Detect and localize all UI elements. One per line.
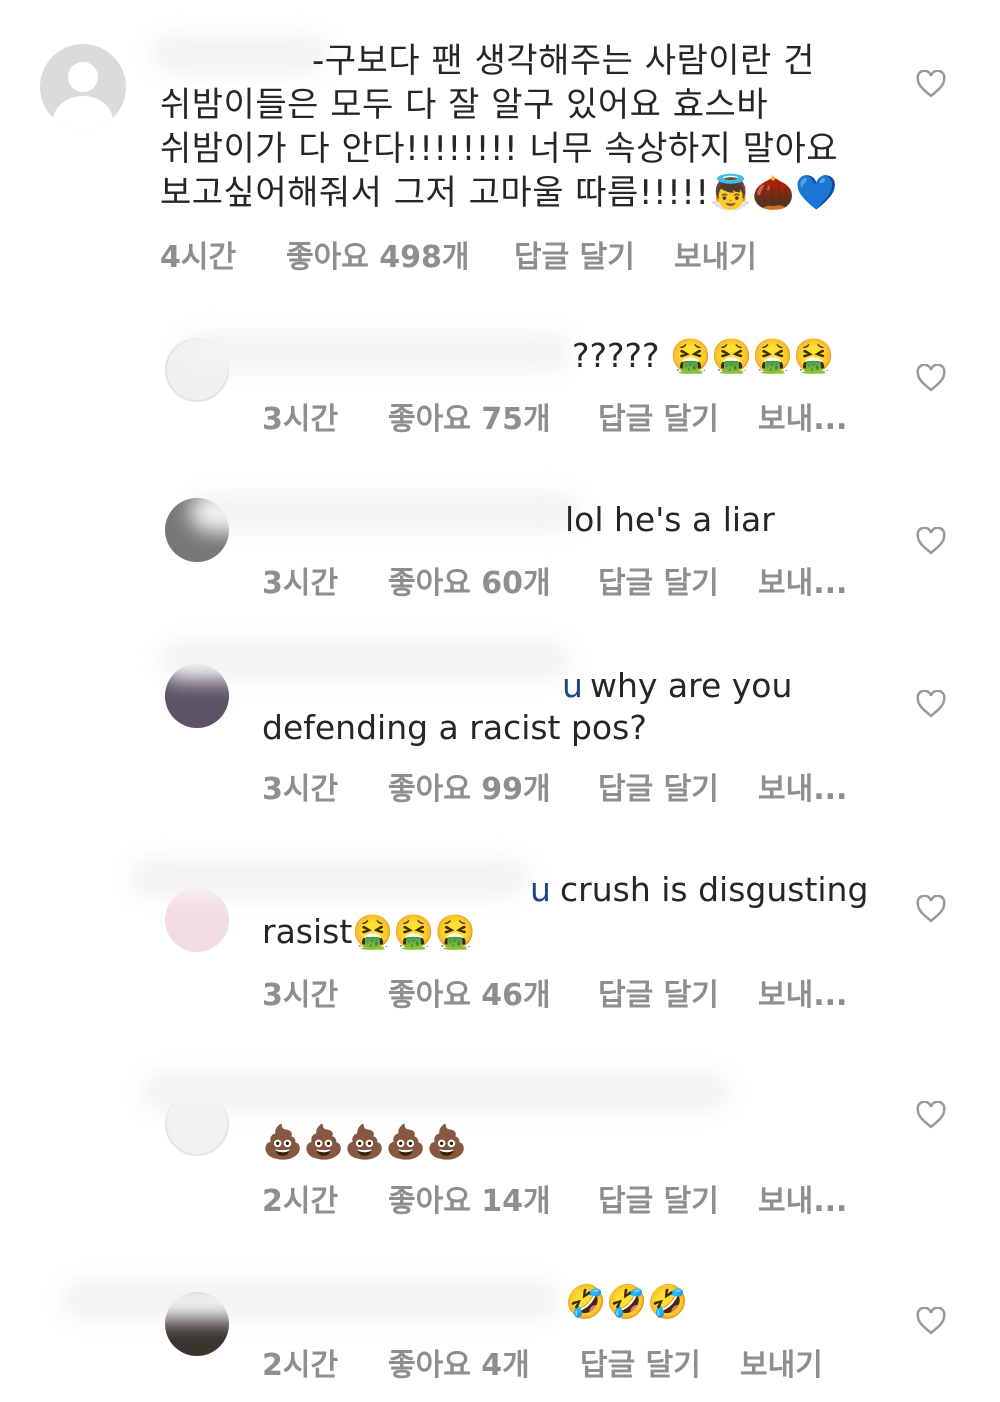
comment-meta: 3시간 좋아요 99개 답글 달기 보내...: [262, 764, 847, 808]
send-button[interactable]: 보내...: [758, 394, 847, 438]
reply-button[interactable]: 답글 달기: [598, 394, 758, 438]
comment-meta: 3시간 좋아요 75개 답글 달기 보내...: [262, 394, 847, 438]
reply-button[interactable]: 답글 달기: [514, 232, 674, 276]
comment-meta: 4시간 좋아요 498개 답글 달기 보내기: [160, 232, 757, 276]
send-button[interactable]: 보내기: [674, 232, 757, 276]
comment-text-line: why are you: [590, 666, 793, 705]
like-count[interactable]: 좋아요 75개: [388, 394, 598, 438]
heart-outline-icon[interactable]: [916, 894, 946, 923]
heart-outline-icon[interactable]: [916, 363, 946, 392]
comment-text-line: 쉬밤이들은 모두 다 잘 알구 있어요 효스바: [160, 85, 769, 125]
comment-text-line: ????? 🤮🤮🤮🤮: [572, 336, 835, 375]
send-button[interactable]: 보내...: [758, 970, 847, 1014]
heart-outline-icon[interactable]: [916, 1306, 946, 1335]
comment-text-line: 보고싶어해줘서 그저 고마울 따름!!!!!👼🌰💙: [160, 173, 838, 213]
mention-tail[interactable]: u: [530, 868, 551, 911]
timestamp: 3시간: [262, 402, 339, 437]
timestamp: 4시간: [160, 240, 237, 275]
comment-meta: 3시간 좋아요 46개 답글 달기 보내...: [262, 970, 847, 1014]
mention-tail[interactable]: u: [562, 664, 583, 707]
comment-text-line: rasist🤮🤮🤮: [262, 912, 476, 951]
heart-outline-icon[interactable]: [916, 69, 946, 98]
comment-meta: 3시간 좋아요 60개 답글 달기 보내...: [262, 558, 847, 602]
reply-button[interactable]: 답글 달기: [598, 970, 758, 1014]
reply-button[interactable]: 답글 달기: [598, 1176, 758, 1220]
reply-button[interactable]: 답글 달기: [598, 764, 758, 808]
like-count[interactable]: 좋아요 498개: [286, 232, 514, 276]
comment-meta: 2시간 좋아요 14개 답글 달기 보내...: [262, 1176, 847, 1220]
send-button[interactable]: 보내...: [758, 1176, 847, 1220]
comment-text-line: 💩💩💩💩💩: [262, 1122, 468, 1161]
timestamp: 2시간: [262, 1184, 339, 1219]
send-button[interactable]: 보내기: [740, 1340, 823, 1384]
comment-text-line: lol he's a liar: [565, 500, 775, 539]
heart-outline-icon[interactable]: [916, 1100, 946, 1129]
reply-button[interactable]: 답글 달기: [598, 558, 758, 602]
like-count[interactable]: 좋아요 60개: [388, 558, 598, 602]
comment-meta: 2시간 좋아요 4개 답글 달기 보내기: [262, 1340, 823, 1384]
like-count[interactable]: 좋아요 99개: [388, 764, 598, 808]
timestamp: 3시간: [262, 772, 339, 807]
timestamp: 3시간: [262, 978, 339, 1013]
timestamp: 2시간: [262, 1348, 339, 1383]
comment-text-line: defending a racist pos?: [262, 708, 647, 747]
like-count[interactable]: 좋아요 46개: [388, 970, 598, 1014]
like-count[interactable]: 좋아요 4개: [388, 1340, 580, 1384]
comment-text-line: crush is disgusting: [560, 870, 869, 909]
default-profile-icon[interactable]: [40, 44, 126, 130]
comment-text-line: -구보다 팬 생각해주는 사람이란 건: [312, 41, 815, 81]
timestamp: 3시간: [262, 566, 339, 601]
reply-button[interactable]: 답글 달기: [580, 1340, 740, 1384]
comment-text-line: 쉬밤이가 다 안다!!!!!!!! 너무 속상하지 말아요: [160, 129, 839, 169]
comment-text-line: 🤣🤣🤣: [565, 1282, 689, 1321]
heart-outline-icon[interactable]: [916, 526, 946, 555]
like-count[interactable]: 좋아요 14개: [388, 1176, 598, 1220]
heart-outline-icon[interactable]: [916, 689, 946, 718]
send-button[interactable]: 보내...: [758, 558, 847, 602]
send-button[interactable]: 보내...: [758, 764, 847, 808]
